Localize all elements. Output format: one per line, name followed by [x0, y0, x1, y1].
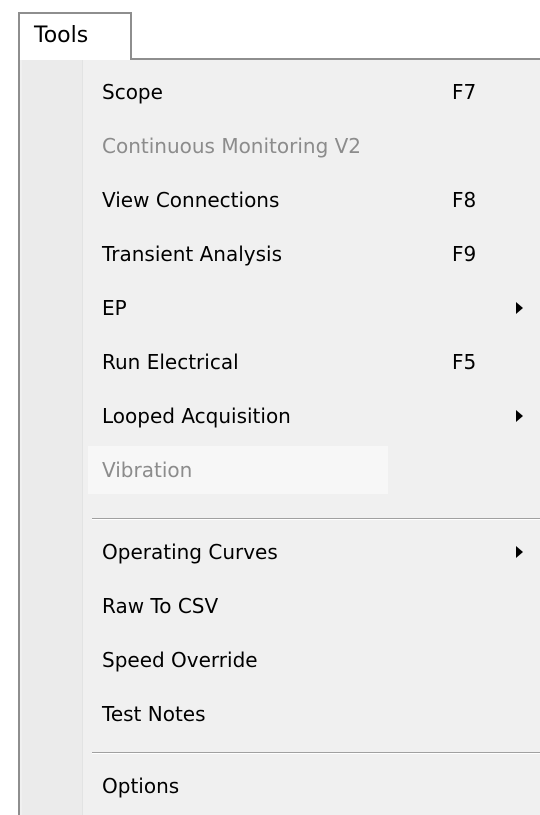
menu-item-looped-acquisition[interactable]: Looped Acquisition [88, 392, 540, 440]
menubar-tools-label: Tools [34, 23, 89, 48]
menu-separator [92, 752, 540, 754]
menu-item-shortcut: F7 [452, 80, 477, 104]
menu-item-test-notes[interactable]: Test Notes [88, 690, 540, 738]
menu-item-label: Continuous Monitoring V2 [102, 134, 362, 158]
menu-item-shortcut: F9 [452, 242, 477, 266]
menu-item-view-connections[interactable]: View Connections F8 [88, 176, 540, 224]
tools-menu-screen: Tools Scope F7 Continuous Monitoring V2 … [0, 0, 540, 815]
menu-item-label: Run Electrical [102, 350, 239, 374]
menu-item-label: Looped Acquisition [102, 404, 291, 428]
menu-item-ep[interactable]: EP [88, 284, 540, 332]
menu-icon-gutter [22, 60, 83, 815]
menu-item-continuous-monitoring-v2: Continuous Monitoring V2 [88, 122, 540, 170]
menu-item-label: Operating Curves [102, 540, 278, 564]
menu-item-options[interactable]: Options [88, 762, 540, 810]
menu-item-operating-curves[interactable]: Operating Curves [88, 528, 540, 576]
submenu-arrow-icon [516, 410, 523, 422]
menu-item-label: EP [102, 296, 127, 320]
menu-item-label: Scope [102, 80, 163, 104]
menu-item-transient-analysis[interactable]: Transient Analysis F9 [88, 230, 540, 278]
menu-item-label: Speed Override [102, 648, 258, 672]
menu-item-shortcut: F5 [452, 350, 477, 374]
menu-item-label: Vibration [102, 458, 193, 482]
submenu-arrow-icon [516, 302, 523, 314]
menu-item-raw-to-csv[interactable]: Raw To CSV [88, 582, 540, 630]
menu-item-vibration: Vibration [88, 446, 388, 494]
menu-separator [92, 518, 540, 520]
menu-item-scope[interactable]: Scope F7 [88, 68, 540, 116]
tools-dropdown-menu: Scope F7 Continuous Monitoring V2 View C… [18, 58, 540, 815]
menu-item-label: Raw To CSV [102, 594, 219, 618]
submenu-arrow-icon [516, 546, 523, 558]
menu-item-label: Transient Analysis [102, 242, 282, 266]
menu-item-shortcut: F8 [452, 188, 477, 212]
menu-item-speed-override[interactable]: Speed Override [88, 636, 540, 684]
menu-item-label: View Connections [102, 188, 280, 212]
menu-item-label: Test Notes [102, 702, 206, 726]
menu-item-run-electrical[interactable]: Run Electrical F5 [88, 338, 540, 386]
menubar-tools-tab[interactable]: Tools [18, 12, 132, 60]
menu-item-label: Options [102, 774, 180, 798]
